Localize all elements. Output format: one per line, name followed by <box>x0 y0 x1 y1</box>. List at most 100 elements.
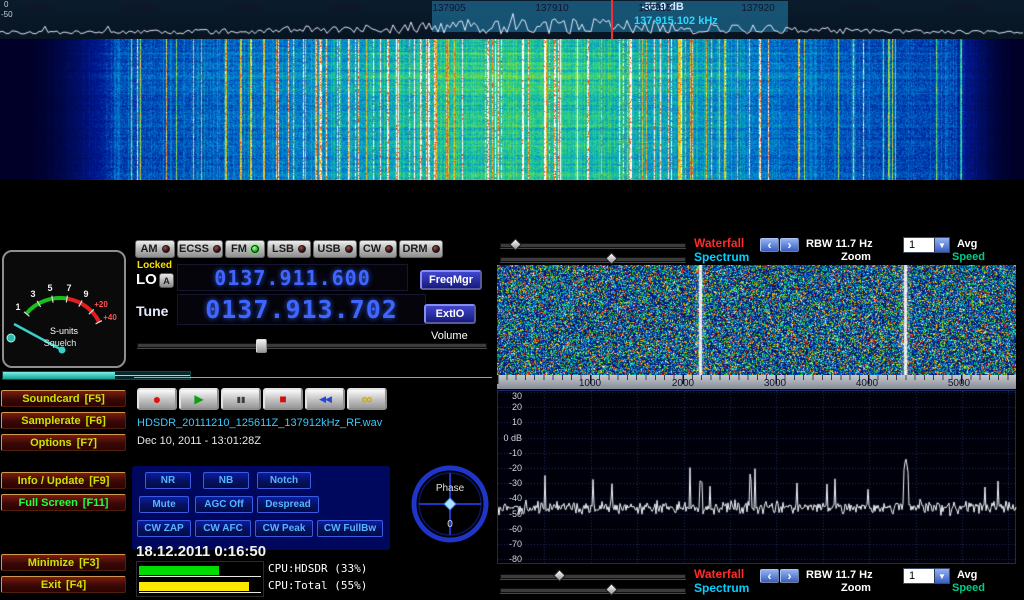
waterfall-contrast-thumb[interactable] <box>509 238 522 251</box>
waterfall-contrast-thumb-bottom[interactable] <box>553 569 566 582</box>
phase-label: Phase <box>436 483 465 494</box>
audio-spectrum[interactable]: 30 20 10 0 dB -10 -20 -30 -40 -50 -60 -7… <box>497 390 1016 564</box>
nr-button[interactable]: NR <box>145 472 191 489</box>
agc-off-button[interactable]: AGC Off <box>195 496 253 513</box>
mode-label: DRM <box>402 243 427 255</box>
cpu-total-text: CPU:Total (55%) <box>268 579 367 592</box>
minimize-button[interactable]: Minimize[F3] <box>1 554 126 571</box>
lo-label: LO <box>136 271 157 288</box>
audio-waterfall[interactable] <box>497 265 1016 375</box>
mode-cw[interactable]: CW <box>359 240 397 258</box>
waterfall-contrast-slider[interactable] <box>500 243 686 248</box>
loop-button[interactable]: ∞ <box>347 388 387 410</box>
full-screen-button[interactable]: Full Screen [F11] <box>1 494 126 511</box>
hz-tick-label: 1000 <box>579 378 601 389</box>
button-label: Full Screen <box>19 497 78 509</box>
waterfall-contrast-slider-bottom[interactable] <box>500 574 686 579</box>
clock: 18.12.2011 0:16:50 <box>136 543 266 560</box>
lo-frequency-display[interactable]: 0137.911.600 <box>177 264 408 291</box>
tune-frequency-display[interactable]: 0137.913.702 <box>177 294 426 325</box>
record-icon: ● <box>153 391 161 407</box>
stop-button[interactable]: ■ <box>263 388 303 410</box>
pause-button[interactable]: ▮▮ <box>221 388 261 410</box>
squelch-track-line <box>115 375 190 376</box>
avg-select-bottom[interactable]: 1 ▼ <box>903 568 950 584</box>
shift-right-button-bottom[interactable]: › <box>780 569 799 583</box>
cw-zap-button[interactable]: CW ZAP <box>137 520 191 537</box>
notch-button[interactable]: Notch <box>257 472 311 489</box>
zoom-slider-thumb[interactable] <box>605 252 618 265</box>
button-key: [F11] <box>83 497 109 509</box>
phase-value: 0 <box>447 519 453 530</box>
mode-drm[interactable]: DRM <box>399 240 443 258</box>
shift-left-button-bottom[interactable]: ‹ <box>760 569 779 583</box>
audio-frequency-ruler[interactable]: 1000 2000 3000 4000 5000 <box>497 375 1016 389</box>
cpu-meter <box>136 561 264 597</box>
db-tick-label: -80 <box>498 554 522 564</box>
mute-button[interactable]: Mute <box>139 496 189 513</box>
shift-right-button[interactable]: › <box>780 238 799 252</box>
avg-value: 1 <box>904 238 934 252</box>
nb-button[interactable]: NB <box>203 472 249 489</box>
mode-led <box>162 245 170 253</box>
rewind-button[interactable]: ◀◀ <box>305 388 345 410</box>
despread-button[interactable]: Despread <box>257 496 319 513</box>
mode-led <box>251 245 259 253</box>
mode-usb[interactable]: USB <box>313 240 357 258</box>
button-label: Exit <box>41 579 61 591</box>
samplerate-button[interactable]: Samplerate[F6] <box>1 412 126 429</box>
hz-tick-label: 3000 <box>764 378 786 389</box>
freqmgr-button[interactable]: FreqMgr <box>420 270 482 290</box>
cpu-bar-line <box>139 576 261 577</box>
squelch-knob[interactable] <box>7 334 15 342</box>
info-update-button[interactable]: Info / Update[F9] <box>1 472 126 489</box>
audio-spectrum-trace <box>498 391 1017 565</box>
soundcard-button[interactable]: Soundcard[F5] <box>1 390 126 407</box>
options-button[interactable]: Options[F7] <box>1 434 126 451</box>
cw-peak-button[interactable]: CW Peak <box>255 520 313 537</box>
mode-ecss[interactable]: ECSS <box>177 240 223 258</box>
mode-led <box>385 245 393 253</box>
exit-button[interactable]: Exit [F4] <box>1 576 126 593</box>
cw-afc-button[interactable]: CW AFC <box>195 520 251 537</box>
button-key: [F6] <box>86 415 106 427</box>
shift-left-button[interactable]: ‹ <box>760 238 779 252</box>
mode-led <box>213 245 221 253</box>
cpu-total-bar <box>139 582 249 591</box>
db-tick-label: 0 dB <box>498 433 522 443</box>
volume-slider-thumb[interactable] <box>256 339 267 353</box>
db-tick-label: -60 <box>498 524 522 534</box>
avg-select[interactable]: 1 ▼ <box>903 237 950 253</box>
button-label: Info / Update <box>18 475 85 487</box>
play-button[interactable]: ▶ <box>179 388 219 410</box>
extio-button[interactable]: ExtIO <box>424 304 476 324</box>
zoom-slider-thumb-bottom[interactable] <box>605 583 618 596</box>
waterfall-mode-label: Waterfall <box>694 236 744 250</box>
volume-slider[interactable] <box>137 343 487 348</box>
chevron-down-icon[interactable]: ▼ <box>934 238 949 252</box>
squelch-bar[interactable] <box>2 371 191 380</box>
mode-lsb[interactable]: LSB <box>267 240 311 258</box>
smeter-units-label: S-units <box>50 326 79 336</box>
squelch-level <box>3 372 115 379</box>
button-label: Soundcard <box>22 393 79 405</box>
db-tick-label: 30 <box>498 391 522 401</box>
button-key: [F4] <box>66 579 86 591</box>
zoom-slider-bottom[interactable] <box>500 588 686 593</box>
mode-label: CW <box>363 243 381 255</box>
lo-lock-button[interactable]: A <box>159 273 174 288</box>
arrow-right-icon: › <box>788 240 792 250</box>
panel-divider <box>134 377 492 378</box>
zoom-slider[interactable] <box>500 257 686 262</box>
db-tick-label: -30 <box>498 478 522 488</box>
frequency-tick-label: 137905 <box>432 3 465 14</box>
mode-fm[interactable]: FM <box>225 240 265 258</box>
chevron-down-icon[interactable]: ▼ <box>934 569 949 583</box>
record-button[interactable]: ● <box>137 388 177 410</box>
frequency-tick-label: 137890 <box>123 3 156 14</box>
cw-fullbw-button[interactable]: CW FullBw <box>317 520 383 537</box>
frequency-tick-label: 137915 <box>638 3 671 14</box>
pause-icon: ▮▮ <box>237 395 246 404</box>
mode-am[interactable]: AM <box>135 240 175 258</box>
arrow-right-icon: › <box>788 571 792 581</box>
